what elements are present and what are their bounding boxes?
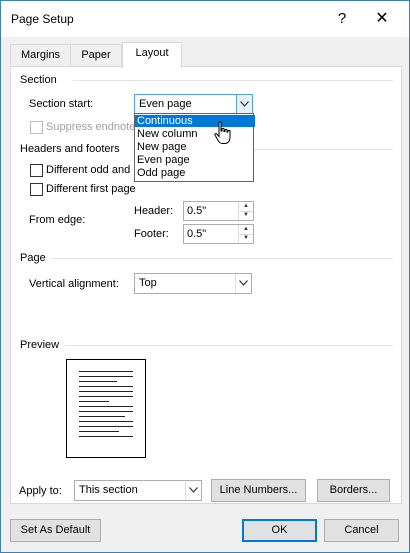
line-numbers-button[interactable]: Line Numbers... bbox=[211, 479, 306, 502]
title-bar: Page Setup ? ✕ bbox=[1, 1, 409, 37]
different-first-page-label: Different first page bbox=[46, 183, 136, 195]
ok-button[interactable]: OK bbox=[242, 519, 317, 542]
preview-line bbox=[79, 391, 133, 392]
preview-line bbox=[79, 411, 133, 412]
different-odd-even-label: Different odd and bbox=[46, 164, 131, 176]
different-first-page-checkbox[interactable] bbox=[30, 183, 43, 196]
suppress-endnotes-label: Suppress endnote bbox=[46, 121, 136, 133]
vertical-alignment-label: Vertical alignment: bbox=[29, 278, 119, 290]
preview-line bbox=[79, 431, 119, 432]
section-separator bbox=[73, 80, 393, 81]
preview-line bbox=[79, 426, 133, 427]
spin-down-icon[interactable]: ▼ bbox=[238, 234, 253, 243]
preview-line bbox=[79, 416, 125, 417]
chevron-down-icon[interactable] bbox=[236, 94, 253, 115]
dropdown-option-new-column[interactable]: New column bbox=[135, 128, 255, 140]
preview-separator bbox=[65, 345, 393, 346]
headers-footers-heading: Headers and footers bbox=[20, 143, 120, 155]
preview-heading: Preview bbox=[20, 339, 60, 351]
spin-down-icon[interactable]: ▼ bbox=[238, 211, 253, 220]
chevron-down-icon[interactable] bbox=[185, 481, 201, 500]
close-button[interactable]: ✕ bbox=[371, 9, 393, 29]
page-setup-dialog: Page Setup ? ✕ Margins Paper Layout Sect… bbox=[0, 0, 410, 553]
help-button[interactable]: ? bbox=[331, 9, 353, 29]
header-distance-spinner[interactable]: 0.5" ▲ ▼ bbox=[183, 201, 254, 221]
section-start-dropdown-list: Continuous New column New page Even page… bbox=[134, 113, 255, 182]
page-heading: Page bbox=[20, 252, 46, 264]
different-odd-even-checkbox[interactable] bbox=[30, 164, 43, 177]
header-distance-value: 0.5" bbox=[187, 205, 207, 217]
from-edge-label: From edge: bbox=[29, 214, 86, 226]
footer-distance-spinner[interactable]: 0.5" ▲ ▼ bbox=[183, 224, 254, 244]
tab-paper[interactable]: Paper bbox=[70, 44, 122, 65]
window-title: Page Setup bbox=[11, 12, 74, 26]
preview-line bbox=[79, 396, 133, 397]
vertical-alignment-select[interactable]: Top bbox=[134, 273, 252, 294]
preview-line bbox=[79, 386, 133, 387]
set-as-default-button[interactable]: Set As Default bbox=[10, 519, 101, 542]
section-start-label: Section start: bbox=[29, 98, 94, 110]
footer-distance-value: 0.5" bbox=[187, 228, 207, 240]
dropdown-option-new-page[interactable]: New page bbox=[135, 141, 255, 153]
borders-button[interactable]: Borders... bbox=[317, 479, 390, 502]
section-heading: Section bbox=[20, 74, 57, 86]
section-start-value: Even page bbox=[139, 98, 192, 110]
preview-line bbox=[79, 376, 133, 377]
dropdown-option-continuous[interactable]: Continuous bbox=[135, 115, 255, 127]
preview-line bbox=[79, 421, 133, 422]
apply-to-label: Apply to: bbox=[19, 485, 62, 497]
page-separator bbox=[51, 258, 393, 259]
page-preview bbox=[66, 359, 146, 458]
preview-line bbox=[79, 401, 109, 402]
apply-to-select[interactable]: This section bbox=[74, 480, 202, 501]
preview-line bbox=[79, 371, 133, 372]
preview-line bbox=[79, 406, 133, 407]
preview-line bbox=[79, 436, 133, 437]
dropdown-option-even-page[interactable]: Even page bbox=[135, 154, 255, 166]
preview-line bbox=[79, 381, 117, 382]
suppress-endnotes-checkbox[interactable] bbox=[30, 121, 43, 134]
hand-pointer-icon bbox=[213, 121, 233, 145]
chevron-down-icon[interactable] bbox=[235, 274, 251, 293]
section-start-select[interactable]: Even page bbox=[134, 94, 253, 115]
cancel-button[interactable]: Cancel bbox=[324, 519, 399, 542]
vertical-alignment-value: Top bbox=[139, 277, 157, 289]
dropdown-option-odd-page[interactable]: Odd page bbox=[135, 167, 255, 179]
apply-to-value: This section bbox=[79, 484, 138, 496]
tab-margins[interactable]: Margins bbox=[10, 44, 71, 65]
footer-distance-label: Footer: bbox=[134, 228, 169, 240]
header-distance-label: Header: bbox=[134, 205, 174, 217]
tab-layout[interactable]: Layout bbox=[122, 42, 182, 68]
